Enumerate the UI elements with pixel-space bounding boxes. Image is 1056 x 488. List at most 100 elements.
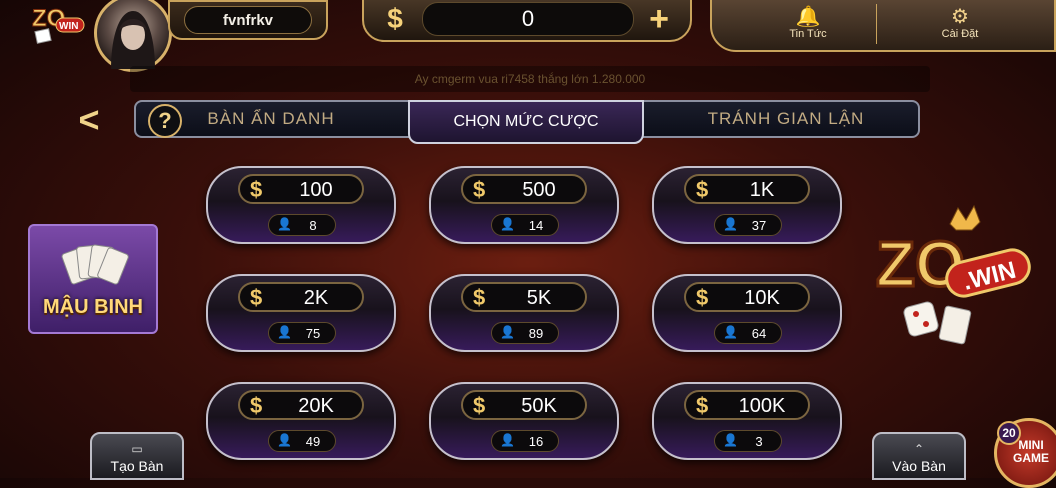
player-count: 16 <box>528 434 544 449</box>
player-count-pill: 👤 37 <box>714 214 782 236</box>
bet-amount: 1K <box>749 179 775 201</box>
dollar-icon: $ <box>250 177 263 202</box>
game-banner-mau-binh: MẬU BINH <box>28 224 158 334</box>
chevron-left-icon: < <box>78 99 100 140</box>
bet-amount: 2K <box>303 287 329 309</box>
username-plate: fvnfrkv <box>168 0 328 40</box>
person-icon: 👤 <box>723 325 738 339</box>
person-icon: 👤 <box>277 325 292 339</box>
bet-amount: 100K <box>738 395 786 417</box>
person-icon: 👤 <box>723 217 738 231</box>
player-count-pill: 👤 16 <box>491 430 559 452</box>
dollar-icon: $ <box>250 393 263 418</box>
dollar-icon: $ <box>473 285 486 310</box>
bet-option[interactable]: $ 500 👤 14 <box>429 166 619 244</box>
bet-amount-pill: $ 100K <box>684 390 810 420</box>
tab-anti-cheat[interactable]: TRÁNH GIAN LẬN <box>696 102 876 136</box>
tab-bar: ? BÀN ẨN DANH CHỌN MỨC CƯỢC TRÁNH GIAN L… <box>134 100 920 144</box>
avatar[interactable] <box>94 0 172 72</box>
join-table-label: Vào Bàn <box>892 458 946 474</box>
bet-amount: 20K <box>298 395 334 417</box>
player-count: 89 <box>528 326 544 341</box>
player-count-pill: 👤 3 <box>714 430 782 452</box>
zowin-brand-logo: ZO .WIN <box>875 204 1031 345</box>
playing-cards-icon <box>61 244 129 285</box>
player-count: 8 <box>309 218 317 233</box>
chevron-up-icon: ⌃ <box>913 442 925 456</box>
bet-option[interactable]: $ 50K 👤 16 <box>429 382 619 460</box>
create-table-label: Tạo Bàn <box>110 458 164 474</box>
gear-icon: ⚙ <box>951 6 969 28</box>
player-count-pill: 👤 8 <box>268 214 336 236</box>
person-icon: 👤 <box>500 433 515 447</box>
bet-amount: 5K <box>526 287 552 309</box>
bet-amount-pill: $ 100 <box>238 174 364 204</box>
bet-option[interactable]: $ 100 👤 8 <box>206 166 396 244</box>
news-label: Tin Tức <box>789 28 827 40</box>
bet-amount: 50K <box>521 395 557 417</box>
tab-anonymous-table[interactable]: BÀN ẨN DANH <box>206 102 336 136</box>
create-table-button[interactable]: ▭ Tạo Bàn <box>90 432 184 480</box>
bell-icon: 🔔 <box>795 6 821 28</box>
bet-amount-pill: $ 500 <box>461 174 587 204</box>
bet-amount-pill: $ 5K <box>461 282 587 312</box>
dollar-icon: $ <box>696 285 709 310</box>
back-button[interactable]: < <box>74 99 104 140</box>
dollar-icon: $ <box>387 3 403 34</box>
bet-option[interactable]: $ 1K 👤 37 <box>652 166 842 244</box>
announcement-marquee: Ay cmgerm vua ri7458 thắng lớn 1.280.000 <box>130 66 930 92</box>
svg-text:WIN: WIN <box>59 21 78 32</box>
player-count-pill: 👤 89 <box>491 322 559 344</box>
player-count: 64 <box>751 326 767 341</box>
add-funds-button[interactable]: + <box>642 0 676 38</box>
settings-button[interactable]: ⚙ Cài Đặt <box>900 0 1020 46</box>
bet-option[interactable]: $ 20K 👤 49 <box>206 382 396 460</box>
bet-amount-pill: $ 50K <box>461 390 587 420</box>
bet-amount: 500 <box>522 179 556 201</box>
person-icon: 👤 <box>277 433 292 447</box>
dollar-icon: $ <box>250 285 263 310</box>
game-name: MẬU BINH <box>43 296 143 318</box>
bet-amount: 100 <box>299 179 333 201</box>
divider <box>876 4 877 44</box>
player-count: 75 <box>305 326 321 341</box>
player-count: 14 <box>528 218 544 233</box>
bet-amount-pill: $ 10K <box>684 282 810 312</box>
avatar-portrait <box>111 11 155 69</box>
top-right-menu: 🔔 Tin Tức ⚙ Cài Đặt <box>710 0 1056 52</box>
person-icon: 👤 <box>723 433 738 447</box>
zowin-logo: ZO WIN <box>32 5 85 44</box>
person-icon: 👤 <box>500 217 515 231</box>
player-count: 3 <box>755 434 763 449</box>
username: fvnfrkv <box>184 6 312 34</box>
tab-choose-bet-level[interactable]: CHỌN MỨC CƯỢC <box>408 100 644 144</box>
balance-value: 0 <box>422 2 634 36</box>
bet-option[interactable]: $ 100K 👤 3 <box>652 382 842 460</box>
help-icon[interactable]: ? <box>148 104 182 138</box>
bet-amount: 10K <box>744 287 780 309</box>
bet-option[interactable]: $ 5K 👤 89 <box>429 274 619 352</box>
balance-plate: $ 0 + <box>362 0 692 42</box>
dollar-icon: $ <box>696 393 709 418</box>
dollar-icon: $ <box>696 177 709 202</box>
player-count: 37 <box>751 218 767 233</box>
dollar-icon: $ <box>473 177 486 202</box>
bet-option[interactable]: $ 2K 👤 75 <box>206 274 396 352</box>
player-count-pill: 👤 14 <box>491 214 559 236</box>
player-count-pill: 👤 64 <box>714 322 782 344</box>
news-button[interactable]: 🔔 Tin Tức <box>748 0 868 46</box>
bet-amount-pill: $ 1K <box>684 174 810 204</box>
player-count: 49 <box>305 434 321 449</box>
table-icon: ▭ <box>131 442 143 456</box>
mini-game-label: MINI GAME <box>1013 438 1049 465</box>
player-count-pill: 👤 75 <box>268 322 336 344</box>
person-icon: 👤 <box>277 217 292 231</box>
player-count-pill: 👤 49 <box>268 430 336 452</box>
dollar-icon: $ <box>473 393 486 418</box>
person-icon: 👤 <box>500 325 515 339</box>
bet-amount-pill: $ 20K <box>238 390 364 420</box>
bet-option[interactable]: $ 10K 👤 64 <box>652 274 842 352</box>
join-table-button[interactable]: ⌃ Vào Bàn <box>872 432 966 480</box>
bet-amount-pill: $ 2K <box>238 282 364 312</box>
settings-label: Cài Đặt <box>941 28 979 40</box>
